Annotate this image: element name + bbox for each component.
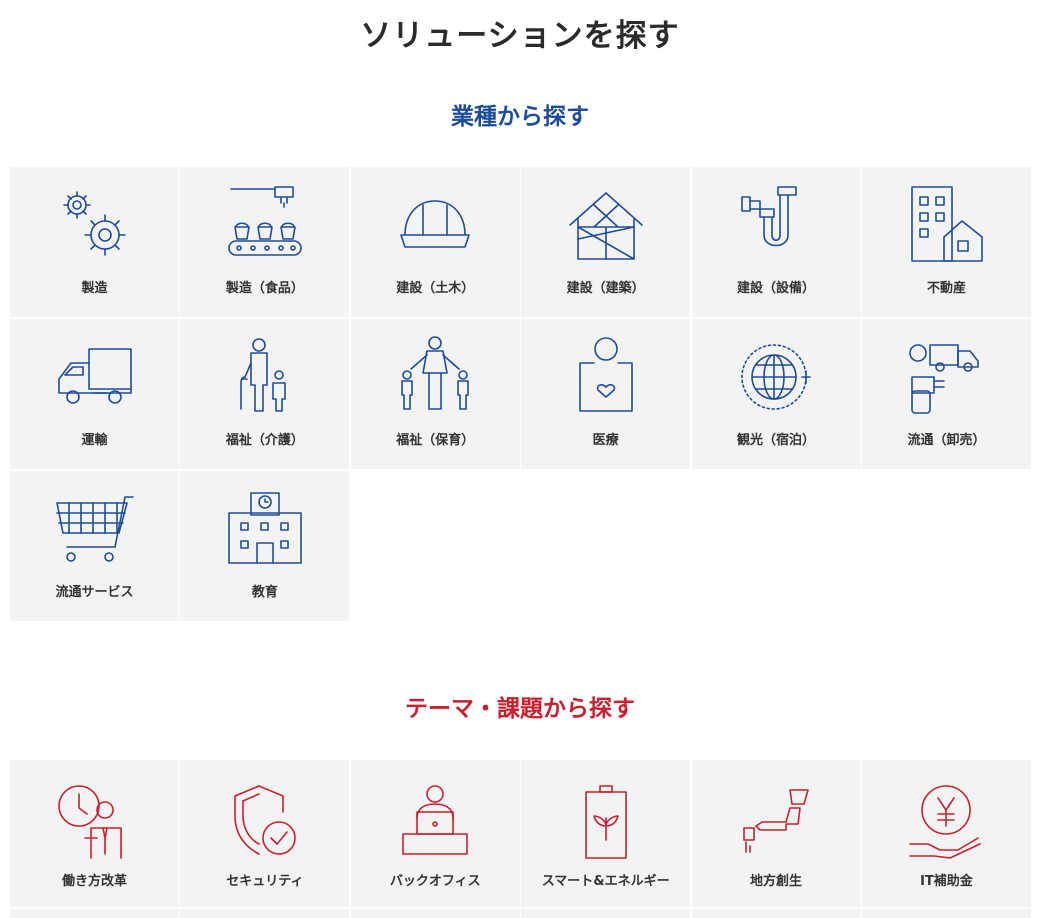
tile-label: 製造（食品） bbox=[225, 281, 304, 296]
tile-label: 働き方改革 bbox=[61, 874, 127, 889]
tile-label: IT補助金 bbox=[920, 874, 973, 889]
industry-tile-real-estate[interactable]: 不動産 bbox=[861, 167, 1031, 317]
industry-tile-facilities[interactable]: 建設（設備） bbox=[691, 167, 861, 317]
industry-tile-architecture[interactable]: 建設（建築） bbox=[521, 167, 691, 317]
tile-label: 運輸 bbox=[81, 433, 108, 448]
wholesale-icon bbox=[904, 335, 988, 419]
industry-tile-childcare[interactable]: 福祉（保育） bbox=[350, 319, 520, 469]
subsidy-coin-icon bbox=[906, 782, 986, 862]
elderly-care-icon bbox=[223, 335, 307, 419]
tile-label: 福祉（介護） bbox=[225, 433, 304, 448]
pipe-icon bbox=[734, 183, 818, 267]
industry-tile-civil-engineering[interactable]: 建設（土木） bbox=[350, 167, 520, 317]
tile-label: スマート&エネルギー bbox=[541, 874, 670, 889]
tile-label: 教育 bbox=[251, 585, 278, 600]
medical-icon bbox=[564, 335, 648, 419]
tile-label: 製造 bbox=[81, 281, 108, 296]
tile-partial[interactable] bbox=[350, 909, 520, 918]
tile-label: 建設（土木） bbox=[396, 281, 475, 296]
tile-label: 不動産 bbox=[926, 281, 966, 296]
globe-travel-icon bbox=[734, 335, 818, 419]
page-title: ソリューションを探す bbox=[360, 18, 680, 54]
industry-tile-retail-service[interactable]: 流通サービス bbox=[10, 471, 179, 621]
tile-label: バックオフィス bbox=[389, 874, 481, 889]
tile-label: 福祉（保育） bbox=[396, 433, 475, 448]
industry-section-title: 業種から探す bbox=[451, 104, 589, 130]
tile-label: 地方創生 bbox=[750, 874, 803, 889]
industry-tile-manufacturing[interactable]: 製造 bbox=[10, 167, 179, 317]
theme-section-title: テーマ・課題から探す bbox=[405, 696, 635, 722]
next-row-tiles-partial bbox=[10, 909, 1031, 918]
hard-hat-icon bbox=[393, 183, 477, 267]
tile-label: 流通（卸売） bbox=[907, 433, 986, 448]
tile-partial[interactable] bbox=[180, 909, 350, 918]
industry-tile-elderly-care[interactable]: 福祉（介護） bbox=[180, 319, 350, 469]
real-estate-icon bbox=[904, 183, 988, 267]
industry-tile-food-manufacturing[interactable]: 製造（食品） bbox=[180, 167, 350, 317]
industry-tile-wholesale[interactable]: 流通（卸売） bbox=[861, 319, 1031, 469]
back-office-icon bbox=[395, 782, 475, 862]
theme-tile-it-subsidy[interactable]: IT補助金 bbox=[861, 760, 1031, 907]
theme-tile-work-style-reform[interactable]: 働き方改革 bbox=[10, 760, 179, 907]
tile-label: セキュリティ bbox=[226, 874, 304, 889]
industry-grid: 製造 製造（食品） 建設（土木） 建設（建築） 建設（設備） 不動産 運輸 福祉… bbox=[10, 167, 1031, 621]
tile-partial[interactable] bbox=[691, 909, 861, 918]
tile-label: 流通サービス bbox=[55, 585, 134, 600]
industry-tile-education[interactable]: 教育 bbox=[180, 471, 350, 621]
theme-tile-regional-revitalization[interactable]: 地方創生 bbox=[691, 760, 861, 907]
industry-tile-tourism[interactable]: 観光（宿泊） bbox=[691, 319, 861, 469]
gears-icon bbox=[53, 183, 137, 267]
industry-tile-transport[interactable]: 運輸 bbox=[10, 319, 179, 469]
industry-tile-medical[interactable]: 医療 bbox=[521, 319, 691, 469]
battery-energy-icon bbox=[566, 782, 646, 862]
building-frame-icon bbox=[564, 183, 648, 267]
tile-label: 観光（宿泊） bbox=[737, 433, 816, 448]
shopping-cart-icon bbox=[53, 487, 137, 571]
childcare-icon bbox=[393, 335, 477, 419]
tile-label: 建設（設備） bbox=[737, 281, 816, 296]
theme-tile-back-office[interactable]: バックオフィス bbox=[350, 760, 520, 907]
work-style-icon bbox=[55, 782, 135, 862]
tile-label: 医療 bbox=[592, 433, 619, 448]
theme-tile-security[interactable]: セキュリティ bbox=[180, 760, 350, 907]
food-conveyor-icon bbox=[223, 183, 307, 267]
regional-map-icon bbox=[736, 782, 816, 862]
tile-partial[interactable] bbox=[10, 909, 179, 918]
tile-partial[interactable] bbox=[521, 909, 691, 918]
tile-partial[interactable] bbox=[861, 909, 1031, 918]
school-icon bbox=[223, 487, 307, 571]
theme-tile-smart-energy[interactable]: スマート&エネルギー bbox=[521, 760, 691, 907]
truck-icon bbox=[53, 335, 137, 419]
security-shield-icon bbox=[225, 782, 305, 862]
theme-grid: 働き方改革 セキュリティ バックオフィス スマート&エネルギー 地方創生 IT補… bbox=[10, 760, 1031, 907]
tile-label: 建設（建築） bbox=[566, 281, 645, 296]
